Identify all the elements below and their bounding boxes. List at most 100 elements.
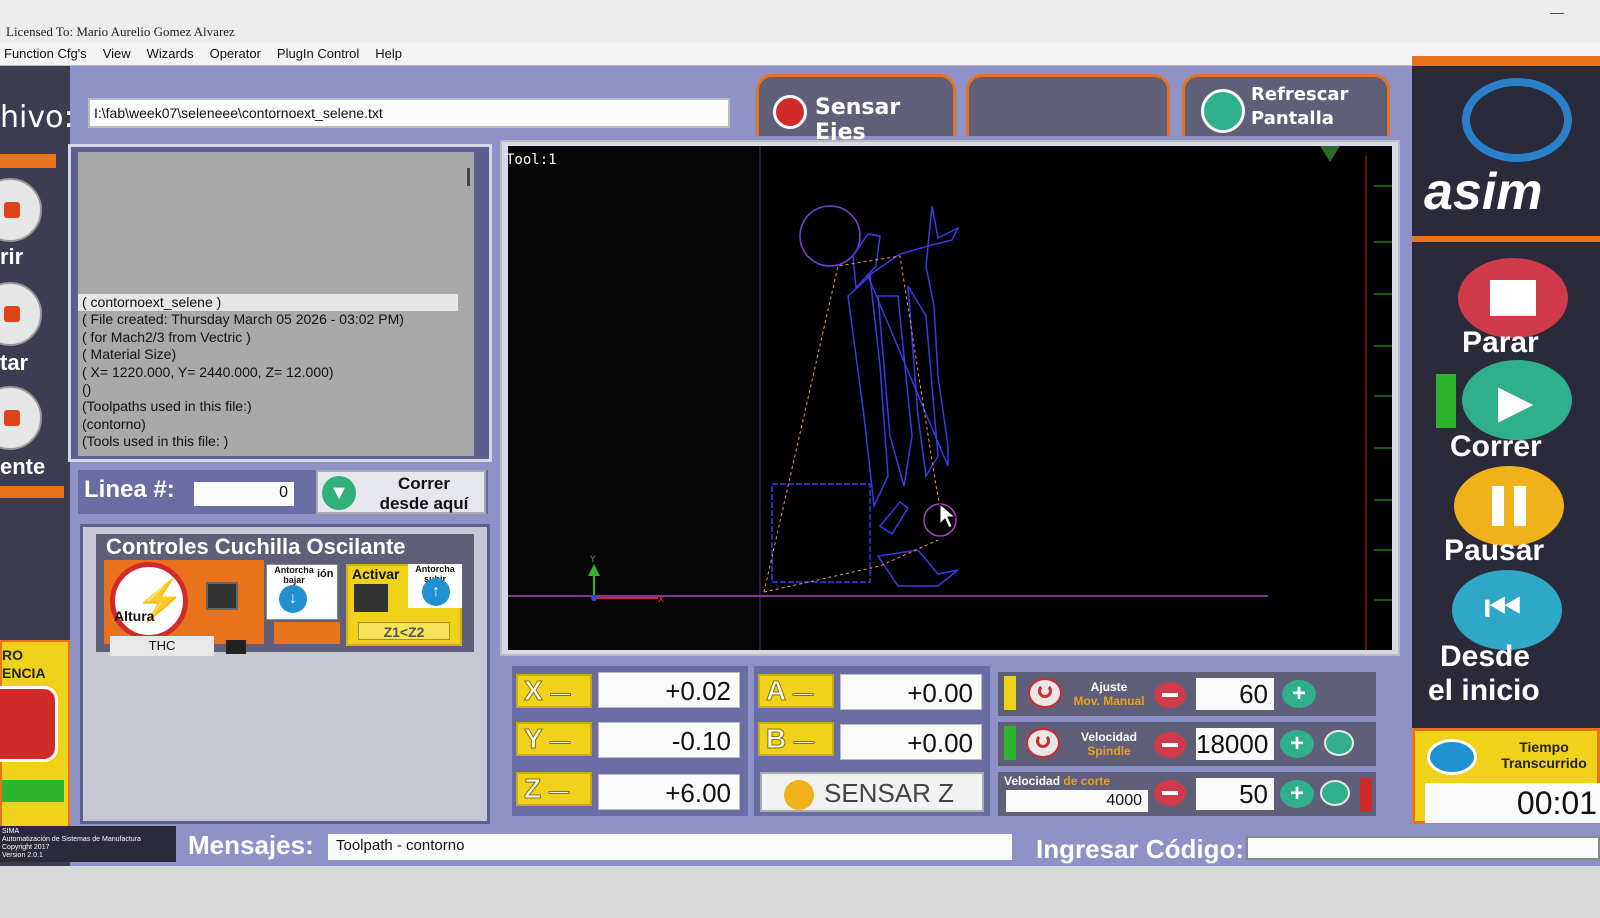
spindle-label: Velocidad Spindle [1068,730,1150,758]
antorcha-bajar-button[interactable]: Antorcha bajar ión ↓ [266,564,338,620]
b-axis-letter: B [765,723,787,754]
arrow-up-icon: ↑ [422,578,450,606]
gcode-line[interactable]: () [78,381,458,398]
rapid-moves [763,255,941,593]
y-axis-button[interactable]: Y — [516,722,592,756]
antorcha-subir-button[interactable]: Antorcha subir ↑ [408,564,462,608]
tiempo-label-1: Tiempo [1519,739,1569,755]
correr-desde-aqui-label: Correr desde aquí [364,474,484,514]
pause-icon-bar [1514,486,1526,526]
a-dro-value[interactable]: +0.00 [840,674,982,710]
desde-inicio-button[interactable]: ⏮ [1452,570,1562,650]
b-dro-value[interactable]: +0.00 [840,724,982,760]
emergency-stop-button[interactable] [0,686,58,762]
x-axis-letter: X [524,675,544,706]
gcode-line[interactable]: (Toolpaths used in this file:) [78,398,458,415]
tab-empty[interactable] [966,74,1170,136]
menu-wizards[interactable]: Wizards [147,42,194,65]
corte-label-1: Velocidad [1004,774,1061,788]
z-axis-button[interactable]: Z — [516,772,592,806]
linea-input[interactable]: 0 [194,482,294,506]
z1-z2-button[interactable]: Z1<Z2 [358,622,450,640]
linea-label: Linea #: [84,476,175,503]
ajuste-label-2: Mov. Manual [1073,694,1145,708]
spindle-power-button[interactable] [1026,728,1060,758]
gcode-line[interactable]: ( File created: Thursday March 05 2026 -… [78,311,458,328]
corte-plus-button[interactable]: + [1280,780,1314,808]
gcode-line[interactable]: ( Material Size) [78,346,458,363]
spindle-reset-icon[interactable] [1324,730,1354,756]
menu-operator[interactable]: Operator [210,42,261,65]
gcode-line[interactable]: (Tools used in this file: ) [78,433,458,450]
menu-view[interactable]: View [103,42,131,65]
arrow-down-icon: ↓ [279,585,307,613]
cycle-start-led [1436,374,1456,428]
corte-sub-value[interactable]: 4000 [1006,790,1148,812]
tiempo-label-2: Transcurrido [1501,755,1587,771]
x-dro-value[interactable]: +0.02 [598,672,740,708]
x-axis-button[interactable]: X — [516,674,592,708]
gcode-line[interactable]: (contorno) [78,416,458,433]
corte-minus-button[interactable] [1154,780,1186,806]
thc-label[interactable]: THC [110,636,214,656]
ajuste-label-1: Ajuste [1090,680,1128,694]
gcode-line[interactable]: ( for Mach2/3 from Vectric ) [78,329,458,346]
logo-text: asim [1424,163,1543,221]
toolpath-display[interactable]: Y x [508,146,1392,650]
altura-button[interactable]: ⚡ [110,562,188,640]
b-axis-button[interactable]: B — [758,722,834,756]
ajuste-plus-button[interactable]: + [1282,680,1316,708]
stop-icon [1490,280,1536,316]
altura-indicator [206,582,238,610]
refresh-icon [1201,89,1245,133]
contour-toolpath [771,205,960,587]
rewind-icon: ⏮ [1484,584,1522,631]
ajuste-row: Ajuste Mov. Manual 60 + [998,672,1376,716]
spindle-minus-button[interactable] [1154,732,1186,758]
menu-plugin-control[interactable]: PlugIn Control [277,42,359,65]
minimize-button[interactable]: — [1550,4,1564,20]
gcode-scrollbar[interactable] [467,168,470,186]
a-axis-button[interactable]: A — [758,674,834,708]
tiempo-label: Tiempo Transcurrido [1485,739,1600,771]
y-dro-value[interactable]: -0.10 [598,722,740,758]
left-button-1[interactable] [0,178,42,242]
left-button-3[interactable] [0,386,42,450]
spindle-value[interactable]: 18000 [1196,728,1274,760]
left-button-2[interactable] [0,282,42,346]
gcode-listing[interactable]: ( contornoext_selene ) ( File created: T… [78,152,474,456]
tab-refrescar-line1: Refrescar [1251,84,1349,105]
corte-led [1360,778,1372,812]
contour-path [877,295,913,487]
left-button-3-icon [4,410,20,426]
z-axis-letter: Z [523,773,542,804]
menu-help[interactable]: Help [375,42,402,65]
correr-button[interactable]: ▶ [1462,360,1572,440]
file-path-field[interactable]: I:\fab\week07\seleneee\contornoext_selen… [88,98,730,128]
gcode-empty-area [78,152,458,294]
z-dro-value[interactable]: +6.00 [598,774,740,810]
orange-divider [0,154,56,168]
tab-sensar-ejes[interactable]: Sensar Ejes [756,74,956,145]
ajuste-power-button[interactable] [1028,678,1062,708]
rapid-path [763,539,939,593]
correr-line2: desde aquí [379,494,469,513]
tab-refrescar-line2: Pantalla [1251,108,1334,129]
sensar-z-button[interactable]: SENSAR Z [760,772,984,812]
corte-reset-icon[interactable] [1320,780,1350,806]
tab-refrescar-pantalla[interactable]: Refrescar Pantalla [1182,74,1390,136]
menu-function-cfgs[interactable]: Function Cfg's [4,42,87,65]
arrow-down-icon: ▼ [322,476,356,510]
corte-value[interactable]: 50 [1196,778,1274,810]
correr-desde-aqui-button[interactable]: ▼ Correr desde aquí [316,470,486,514]
toolpath-bg-left [508,146,760,650]
company-line2: Automatización de Sistemas de Manufactur… [2,836,141,843]
a-axis-letter: A [765,675,786,706]
spindle-plus-button[interactable]: + [1280,730,1314,758]
gcode-line[interactable]: ( X= 1220.000, Y= 2440.000, Z= 12.000) [78,364,458,381]
gcode-line[interactable]: ( contornoext_selene ) [78,294,458,312]
ajuste-value[interactable]: 60 [1196,678,1274,710]
ajuste-minus-button[interactable] [1154,682,1186,708]
left-button-1-icon [4,202,20,218]
ingresar-codigo-input[interactable] [1246,836,1600,860]
